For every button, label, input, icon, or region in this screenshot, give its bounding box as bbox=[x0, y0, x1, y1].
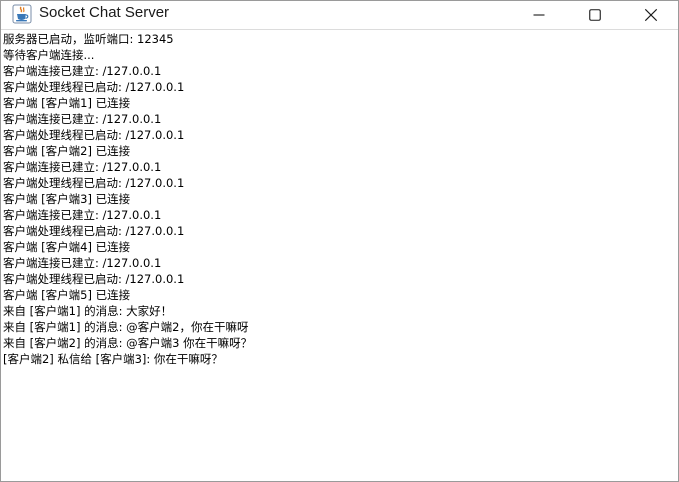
minimize-button[interactable] bbox=[511, 1, 567, 29]
java-coffee-icon[interactable] bbox=[12, 4, 32, 24]
log-line: 客户端 [客户端3] 已连接 bbox=[3, 192, 131, 206]
log-text-area[interactable]: 服务器已启动，监听端口: 12345 等待客户端连接... 客户端连接已建立: … bbox=[3, 31, 677, 479]
log-line: 等待客户端连接... bbox=[3, 48, 95, 62]
log-line: 客户端处理线程已启动: /127.0.0.1 bbox=[3, 176, 185, 190]
log-line: 客户端处理线程已启动: /127.0.0.1 bbox=[3, 224, 185, 238]
close-button[interactable] bbox=[623, 1, 678, 29]
log-line: 来自 [客户端1] 的消息: @客户端2，你在干嘛呀 bbox=[3, 320, 249, 334]
log-line: 客户端 [客户端2] 已连接 bbox=[3, 144, 131, 158]
log-line: [客户端2] 私信给 [客户端3]: 你在干嘛呀？ bbox=[3, 352, 223, 366]
log-line: 客户端连接已建立: /127.0.0.1 bbox=[3, 64, 162, 78]
log-line: 客户端处理线程已启动: /127.0.0.1 bbox=[3, 272, 185, 286]
log-line: 客户端处理线程已启动: /127.0.0.1 bbox=[3, 128, 185, 142]
title-bar[interactable]: Socket Chat Server bbox=[1, 1, 678, 30]
log-line: 服务器已启动，监听端口: 12345 bbox=[3, 32, 174, 46]
log-line: 客户端处理线程已启动: /127.0.0.1 bbox=[3, 80, 185, 94]
log-line: 客户端连接已建立: /127.0.0.1 bbox=[3, 112, 162, 126]
maximize-icon bbox=[589, 9, 601, 21]
close-icon bbox=[644, 8, 658, 22]
minimize-icon bbox=[533, 14, 545, 16]
log-line: 来自 [客户端2] 的消息: @客户端3 你在干嘛呀？ bbox=[3, 336, 253, 350]
log-line: 客户端 [客户端1] 已连接 bbox=[3, 96, 131, 110]
log-line: 客户端连接已建立: /127.0.0.1 bbox=[3, 160, 162, 174]
window-title: Socket Chat Server bbox=[39, 4, 170, 21]
maximize-button[interactable] bbox=[567, 1, 623, 29]
log-line: 客户端连接已建立: /127.0.0.1 bbox=[3, 208, 162, 222]
log-line: 来自 [客户端1] 的消息: 大家好！ bbox=[3, 304, 173, 318]
log-line: 客户端 [客户端4] 已连接 bbox=[3, 240, 131, 254]
server-window: Socket Chat Server 服务器已启动，监听端口: 12345 等待… bbox=[0, 0, 679, 482]
log-line: 客户端 [客户端5] 已连接 bbox=[3, 288, 131, 302]
log-line: 客户端连接已建立: /127.0.0.1 bbox=[3, 256, 162, 270]
log-list: 服务器已启动，监听端口: 12345 等待客户端连接... 客户端连接已建立: … bbox=[3, 31, 677, 367]
